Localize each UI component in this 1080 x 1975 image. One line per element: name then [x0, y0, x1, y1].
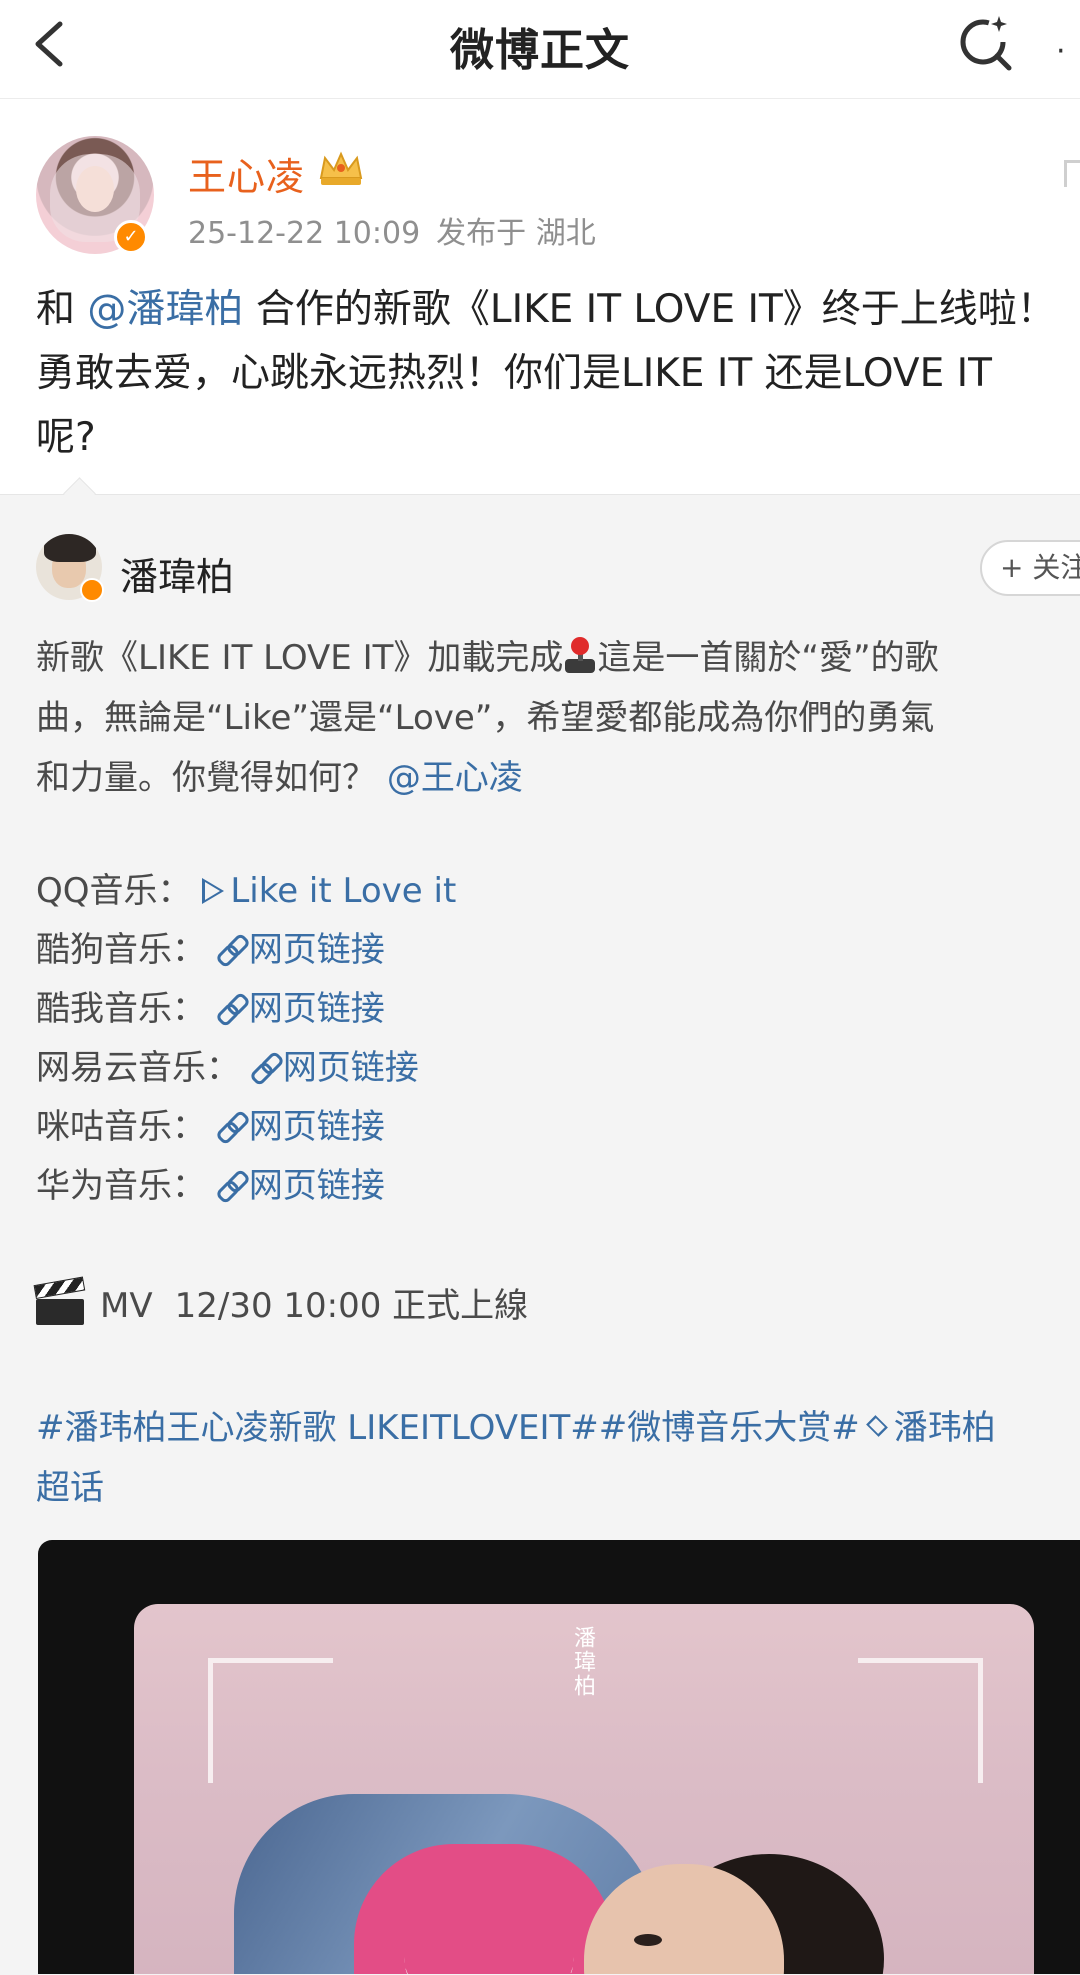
play-icon: [202, 878, 225, 904]
post-text-segment: 合作的新歌《LIKE IT LOVE IT》终于上线啦！: [255, 287, 1056, 332]
link-icon: [214, 1109, 251, 1146]
mv-time: 12/30 10:00 正式上線: [174, 1286, 529, 1326]
repost-author-name[interactable]: 潘瑋柏: [120, 546, 234, 601]
music-link[interactable]: 网页链接: [214, 1107, 385, 1147]
post-text-line: 呢?: [36, 415, 96, 460]
follow-button[interactable]: + 关注: [980, 540, 1080, 596]
music-link[interactable]: 网页链接: [214, 989, 385, 1029]
platform-label: 酷我音乐：: [36, 989, 206, 1029]
mention-link[interactable]: @潘瑋柏: [87, 287, 243, 332]
repost-text-line: 曲，無論是“Like”還是“Love”，希望愛都能成為你們的勇氣: [36, 698, 935, 738]
post-location: 发布于 湖北: [436, 216, 596, 251]
post-text-line: 勇敢去爱，心跳永远热烈！你们是LIKE IT 还是LOVE IT: [36, 351, 992, 396]
hashtags: #潘玮柏王心凌新歌 LIKEITLOVEIT##微博音乐大赏# 潘玮柏 超话: [36, 1398, 1080, 1518]
repost-text-segment: 新歌《LIKE IT LOVE IT》加載完成: [36, 638, 564, 678]
platform-label: 咪咕音乐：: [36, 1107, 206, 1147]
joystick-icon: [563, 637, 597, 675]
poster-artist-label: 潘瑋柏: [570, 1626, 595, 1698]
link-label: 网页链接: [248, 1107, 385, 1147]
poster-frame-corner: [208, 1658, 333, 1783]
music-link-row: QQ音乐： Like it Love it: [36, 862, 1036, 921]
top-nav-bar: 微博正文 ·: [0, 0, 1080, 99]
mention-link[interactable]: @王心凌: [387, 758, 523, 798]
crown-icon: [319, 151, 363, 185]
platform-label: 网易云音乐：: [36, 1048, 240, 1088]
more-icon[interactable]: ·: [1056, 34, 1066, 69]
music-link-row: 咪咕音乐： 网页链接: [36, 1098, 1036, 1157]
post-meta: 25-12-22 10:09 发布于 湖北: [188, 208, 596, 252]
music-link-row: 酷狗音乐： 网页链接: [36, 921, 1036, 980]
link-label: 网页链接: [248, 989, 385, 1029]
link-icon: [214, 932, 251, 969]
clapperboard-icon: [33, 1276, 86, 1325]
music-link[interactable]: Like it Love it: [202, 871, 456, 911]
video-thumbnail[interactable]: 潘瑋柏: [38, 1540, 1080, 1974]
supertopic-link[interactable]: 潘玮柏: [894, 1408, 996, 1448]
link-label: 网页链接: [248, 930, 385, 970]
post-time: 25-12-22 10:09: [188, 216, 421, 251]
verified-badge-icon: ✓: [114, 220, 148, 254]
post-text: 和 @潘瑋柏 合作的新歌《LIKE IT LOVE IT》终于上线啦！ 勇敢去爱…: [36, 278, 1080, 470]
music-link[interactable]: 网页链接: [248, 1048, 419, 1088]
link-label: 网页链接: [248, 1166, 385, 1206]
link-icon: [214, 1168, 251, 1205]
repost-text-segment: 和力量。你覺得如何？: [36, 758, 376, 798]
mv-announcement: MV 12/30 10:00 正式上線: [33, 1276, 529, 1327]
hashtag-link[interactable]: #微博音乐大赏#: [599, 1408, 860, 1448]
mv-label: MV: [100, 1286, 153, 1326]
poster-frame-corner: [858, 1658, 983, 1783]
music-link[interactable]: 网页链接: [214, 930, 385, 970]
repost-text-segment: 這是一首關於“愛”的歌: [597, 638, 939, 678]
dropdown-arrow-icon[interactable]: [1064, 160, 1080, 187]
diamond-icon: [865, 1415, 888, 1437]
platform-label: QQ音乐：: [36, 871, 192, 911]
platform-label: 酷狗音乐：: [36, 930, 206, 970]
post-text-segment: 和: [36, 287, 76, 332]
author-name[interactable]: 王心凌: [188, 146, 305, 201]
platform-label: 华为音乐：: [36, 1166, 206, 1206]
music-link-row: 网易云音乐： 网页链接: [36, 1039, 1036, 1098]
link-label: 网页链接: [282, 1048, 419, 1088]
search-icon[interactable]: [955, 10, 1019, 74]
link-label: Like it Love it: [230, 871, 457, 911]
supertopic-suffix[interactable]: 超话: [36, 1458, 1080, 1518]
verified-badge-icon: [80, 578, 104, 602]
repost-text: 新歌《LIKE IT LOVE IT》加載完成 這是一首關於“愛”的歌 曲，無論是…: [36, 628, 1080, 808]
music-link[interactable]: 网页链接: [214, 1166, 385, 1206]
music-link-row: 酷我音乐： 网页链接: [36, 980, 1036, 1039]
page-title: 微博正文: [450, 25, 630, 76]
music-link-row: 华为音乐： 网页链接: [36, 1157, 1036, 1216]
music-links-list: QQ音乐： Like it Love it 酷狗音乐： 网页链接 酷我音乐： 网…: [36, 862, 1036, 1216]
link-icon: [248, 1050, 285, 1087]
hashtag-link[interactable]: #潘玮柏王心凌新歌 LIKEITLOVEIT#: [36, 1408, 599, 1448]
link-icon: [214, 991, 251, 1028]
